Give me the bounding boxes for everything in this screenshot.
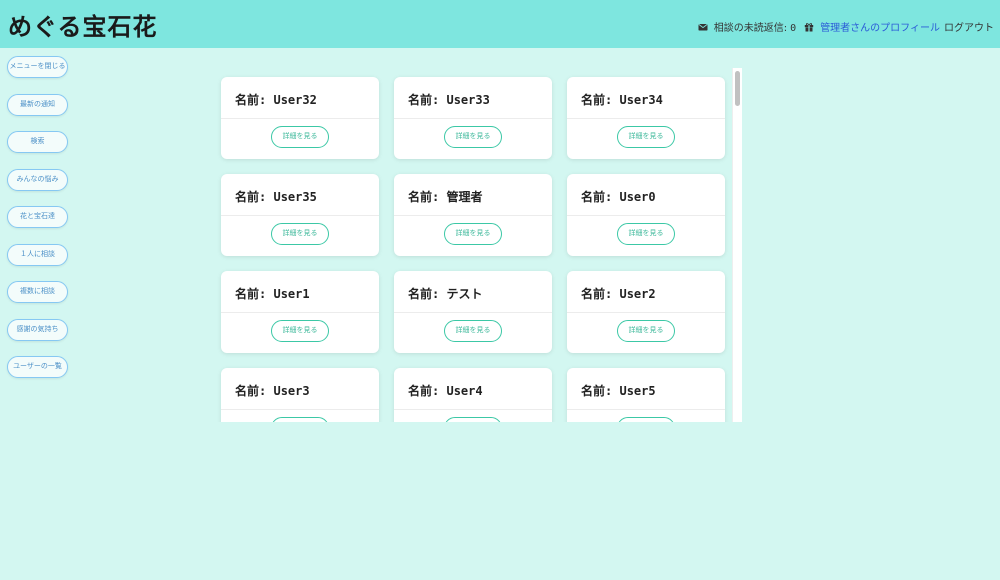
user-card: 名前: User0 詳細を見る: [567, 174, 725, 256]
gift-icon: [804, 22, 814, 32]
user-card: 名前: User5 詳細を見る: [567, 368, 725, 422]
user-name: 名前: User32: [235, 93, 317, 107]
sidebar-item-search[interactable]: 検索: [7, 131, 68, 153]
view-details-button[interactable]: 詳細を見る: [444, 126, 502, 148]
user-name: 名前: User34: [581, 93, 663, 107]
view-details-button[interactable]: 詳細を見る: [271, 320, 329, 342]
view-details-button[interactable]: 詳細を見る: [617, 320, 675, 342]
user-card: 名前: User2 詳細を見る: [567, 271, 725, 353]
vertical-scrollbar[interactable]: [732, 68, 742, 422]
header-bar: めぐる宝石花 相談の未読返信: 0 管理者さんのプロフィール ログアウト: [0, 0, 1000, 48]
user-name: 名前: User35: [235, 190, 317, 204]
unread-count: 0: [790, 23, 797, 34]
user-name: 名前: User3: [235, 384, 310, 398]
sidebar-item-consult-one[interactable]: １人に相談: [7, 243, 68, 266]
sidebar-item-gratitude[interactable]: 感謝の気持ち: [7, 318, 68, 341]
user-list-panel: 名前: User32 詳細を見る 名前: User33 詳細を見る 名前: User…: [214, 66, 742, 422]
user-card-grid: 名前: User32 詳細を見る 名前: User33 詳細を見る 名前: User…: [221, 77, 725, 422]
user-name: 名前: User33: [408, 93, 490, 107]
view-details-button[interactable]: 詳細を見る: [617, 223, 675, 245]
header-actions: 相談の未読返信: 0 管理者さんのプロフィール ログアウト: [698, 19, 994, 34]
sidebar-item-flowers-and-gems[interactable]: 花と宝石達: [7, 206, 68, 228]
profile-link[interactable]: 管理者さんのプロフィール: [820, 19, 940, 34]
user-card: 名前: 管理者詳細を見る: [394, 174, 552, 256]
sidebar-item-user-list[interactable]: ユーザーの一覧: [7, 356, 68, 378]
user-name: 名前: 管理者: [408, 190, 483, 204]
view-details-button[interactable]: 詳細を見る: [444, 223, 502, 245]
user-name: 名前: User5: [581, 384, 656, 398]
view-details-button[interactable]: 詳細を見る: [617, 417, 675, 422]
sidebar-item-latest-notifications[interactable]: 最新の通知: [7, 93, 68, 116]
unread-replies: 相談の未読返信: 0: [714, 19, 796, 34]
side-menu: メニューを閉じる 最新の通知 検索 みんなの悩み 花と宝石達 １人に相談 複数に…: [7, 56, 69, 394]
user-card: 名前: User35 詳細を見る: [221, 174, 379, 256]
user-card: 名前: User1 詳細を見る: [221, 271, 379, 353]
view-details-button[interactable]: 詳細を見る: [271, 126, 329, 148]
user-card: 名前: User3 詳細を見る: [221, 368, 379, 422]
view-details-button[interactable]: 詳細を見る: [617, 126, 675, 148]
view-details-button[interactable]: 詳細を見る: [271, 223, 329, 245]
close-menu-button[interactable]: メニューを閉じる: [7, 56, 68, 78]
user-name: 名前: テスト: [408, 287, 483, 301]
user-card: 名前: User32 詳細を見る: [221, 77, 379, 159]
user-name: 名前: User4: [408, 384, 483, 398]
envelope-icon: [698, 22, 708, 32]
view-details-button[interactable]: 詳細を見る: [444, 417, 502, 422]
user-card: 名前: User33 詳細を見る: [394, 77, 552, 159]
user-name: 名前: User0: [581, 190, 656, 204]
view-details-button[interactable]: 詳細を見る: [271, 417, 329, 422]
user-name: 名前: User2: [581, 287, 656, 301]
sidebar-item-consult-multiple[interactable]: 複数に相談: [7, 281, 68, 303]
unread-label: 相談の未読返信:: [713, 23, 788, 34]
user-card: 名前: User34 詳細を見る: [567, 77, 725, 159]
site-title[interactable]: めぐる宝石花: [8, 7, 158, 42]
user-card: 名前: テスト詳細を見る: [394, 271, 552, 353]
view-details-button[interactable]: 詳細を見る: [444, 320, 502, 342]
logout-link[interactable]: ログアウト: [944, 19, 994, 34]
user-card: 名前: User4 詳細を見る: [394, 368, 552, 422]
sidebar-item-everyones-worries[interactable]: みんなの悩み: [7, 168, 68, 191]
user-name: 名前: User1: [235, 287, 310, 301]
scrollbar-thumb[interactable]: [735, 71, 740, 106]
